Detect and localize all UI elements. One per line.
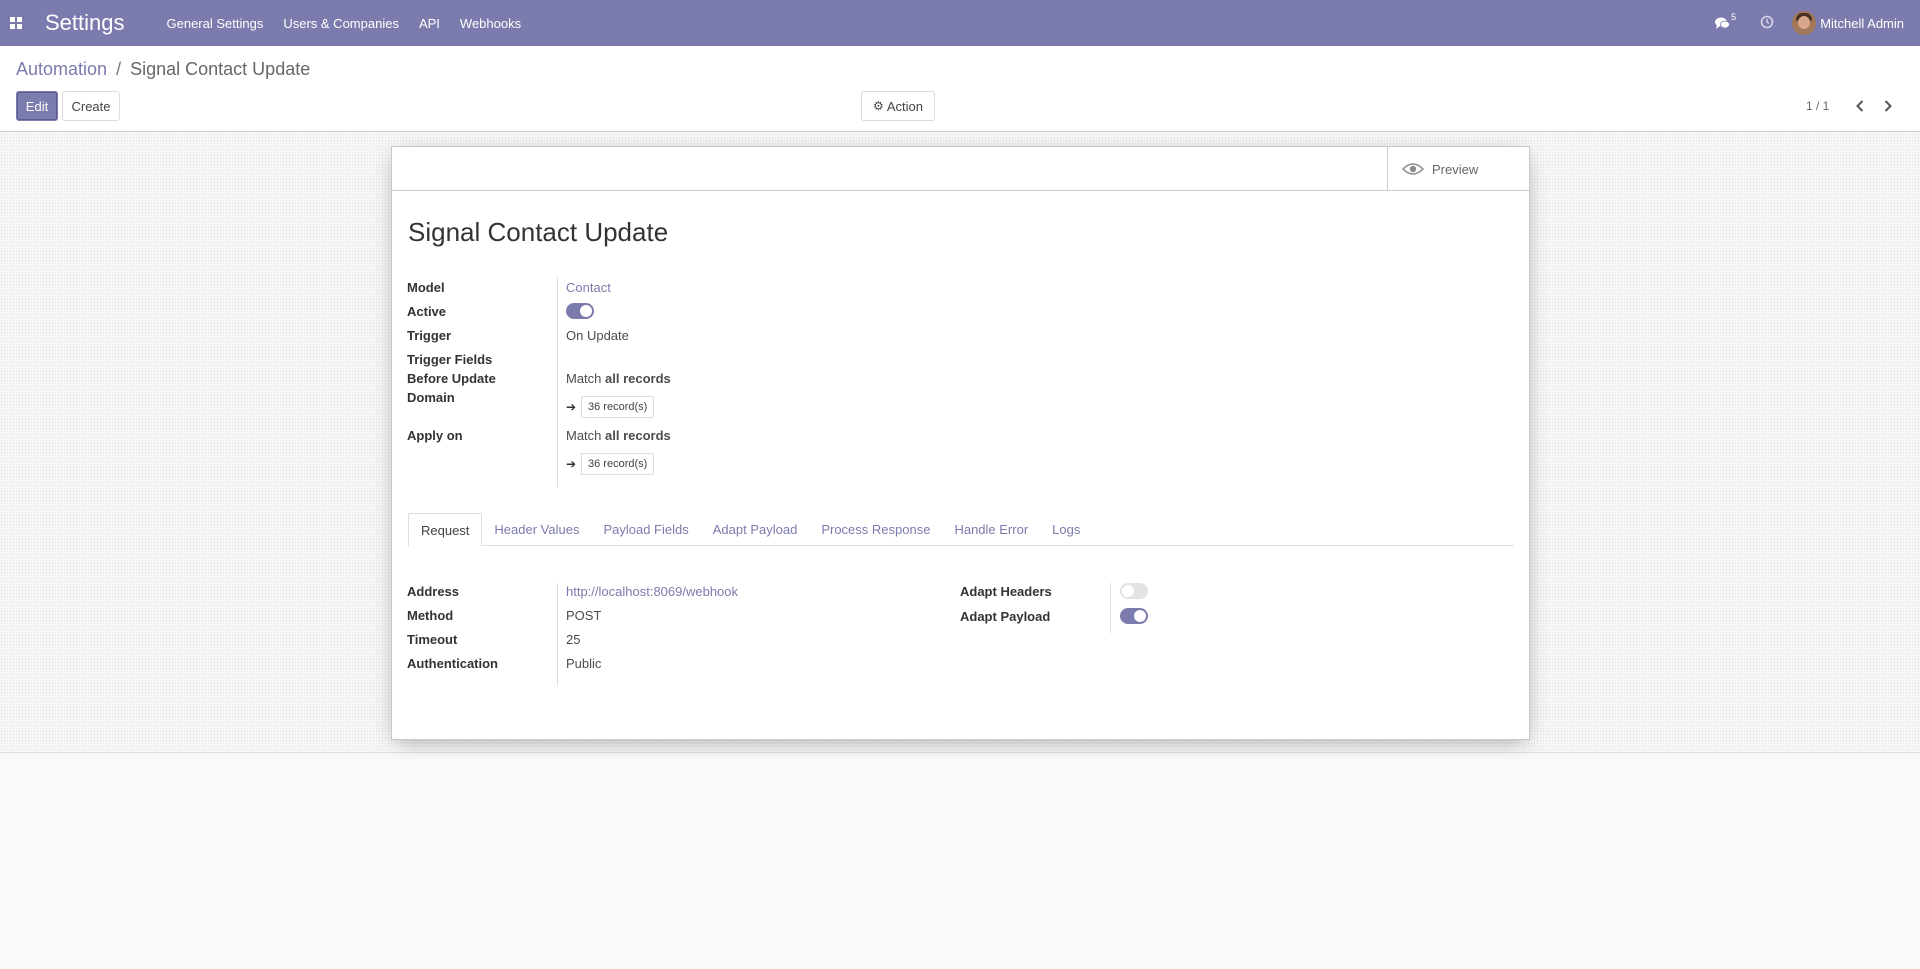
before-update-match-prefix: Match [566,371,602,386]
create-button[interactable]: Create [62,91,120,121]
adapt-headers-label: Adapt Headers [960,584,1052,599]
arrow-right-icon: ➔ [566,400,577,414]
tab-header-values[interactable]: Header Values [482,513,591,546]
before-update-records-button[interactable]: 36 record(s) [581,396,655,418]
tab-request[interactable]: Request [408,513,483,547]
menu-general-settings[interactable]: General Settings [167,16,264,31]
menu-users-companies[interactable]: Users & Companies [283,16,399,31]
address-label: Address [407,584,460,599]
chevron-right-icon [1884,100,1892,112]
before-update-label: Before Update [407,371,496,386]
tab-process-response[interactable]: Process Response [809,513,942,546]
navbar-systray: 5 Mitchell Admin [1715,0,1920,46]
method-value[interactable]: POST [566,608,601,623]
user-name[interactable]: Mitchell Admin [1820,16,1904,31]
apply-on-match: Match all records [566,428,671,443]
activity-menu[interactable] [1760,15,1774,32]
address-value[interactable]: http://localhost:8069/webhook [566,584,738,599]
apply-on-records-button[interactable]: 36 record(s) [581,453,655,475]
apply-on-label: Apply on [407,428,463,443]
authentication-value[interactable]: Public [566,656,601,671]
eye-icon [1402,163,1424,175]
apply-on-match-prefix: Match [566,428,602,443]
field-divider [557,277,558,487]
request-left-divider [557,583,558,686]
trigger-label: Trigger [407,328,452,343]
form-view-background: Preview Signal Contact Update Model Cont… [0,133,1920,753]
timeout-label: Timeout [407,632,458,647]
method-label: Method [407,608,454,623]
before-update-domain-label: Domain [407,390,455,405]
pager-value[interactable]: 1 / 1 [1806,99,1829,113]
model-value[interactable]: Contact [566,280,611,295]
preview-label: Preview [1432,161,1479,177]
form-sheet: Preview Signal Contact Update Model Cont… [391,146,1530,740]
smart-button-box: Preview [392,147,1529,191]
edit-button[interactable]: Edit [16,91,58,121]
apply-on-match-bold: all records [605,428,671,443]
menu-api[interactable]: API [419,16,440,31]
clock-icon [1760,15,1774,28]
pager-previous-button[interactable] [1852,96,1868,116]
before-update-match-bold: all records [605,371,671,386]
before-update-match: Match all records [566,371,671,386]
messaging-menu[interactable]: 5 [1715,12,1736,30]
authentication-label: Authentication [407,656,498,671]
record-title: Signal Contact Update [408,217,669,247]
action-button[interactable]: ⚙ Action [861,91,935,121]
trigger-fields-label: Trigger Fields [407,352,493,367]
request-right-divider [1110,583,1111,633]
chat-count-badge: 5 [1731,12,1737,22]
tab-handle-error[interactable]: Handle Error [942,513,1040,546]
arrow-right-icon: ➔ [566,457,577,471]
apps-menu-icon[interactable] [10,17,24,29]
top-navbar: Settings General Settings Users & Compan… [0,0,1920,46]
user-avatar[interactable] [1792,11,1817,35]
adapt-payload-toggle[interactable] [1120,608,1148,624]
breadcrumb-separator: / [116,59,122,79]
model-label: Model [407,280,445,295]
tab-payload-fields[interactable]: Payload Fields [591,513,700,546]
preview-button[interactable]: Preview [1387,147,1529,191]
breadcrumb-current: Signal Contact Update [130,59,311,79]
pager-next-button[interactable] [1880,96,1896,116]
tab-adapt-payload[interactable]: Adapt Payload [701,513,810,546]
active-toggle[interactable] [566,303,594,319]
timeout-value[interactable]: 25 [566,632,580,647]
control-panel: Automation / Signal Contact Update Edit … [0,46,1920,132]
trigger-value[interactable]: On Update [566,328,629,343]
notebook-tabs: Request Header Values Payload Fields Ada… [408,513,1514,547]
gear-icon: ⚙ [873,99,884,113]
breadcrumb-automation[interactable]: Automation [16,59,107,79]
action-button-label: Action [886,98,923,114]
adapt-headers-toggle[interactable] [1120,583,1148,599]
menu-webhooks[interactable]: Webhooks [460,16,521,31]
app-title[interactable]: Settings [45,10,125,36]
chat-bubbles-icon [1715,17,1731,29]
tab-logs[interactable]: Logs [1040,513,1092,546]
chevron-left-icon [1856,100,1864,112]
adapt-payload-label: Adapt Payload [960,609,1051,624]
main-menu: General Settings Users & Companies API W… [167,16,542,31]
breadcrumb: Automation / Signal Contact Update [16,59,310,80]
active-label: Active [407,304,447,319]
